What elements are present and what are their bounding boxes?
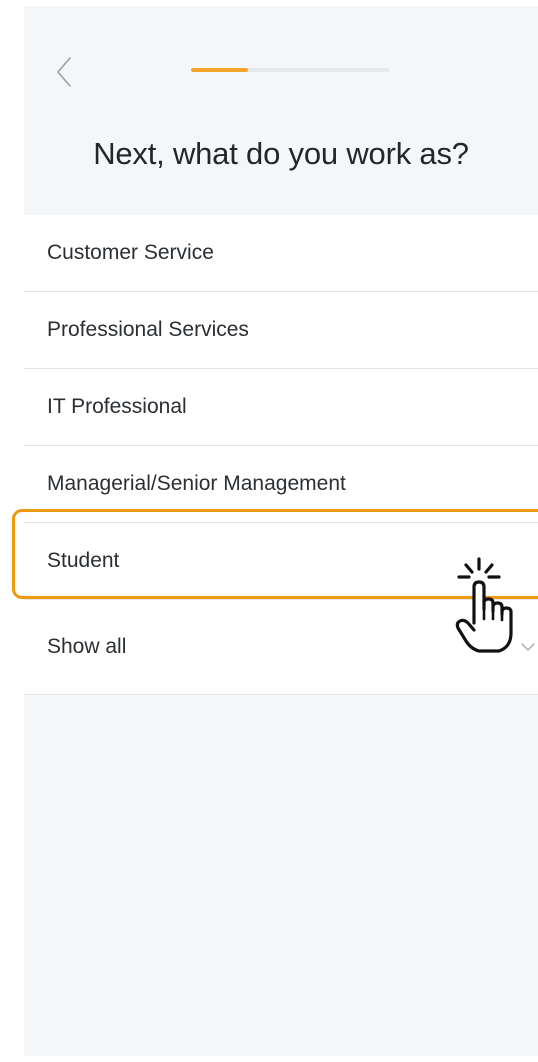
list-item-label: Professional Services bbox=[47, 318, 249, 341]
show-all-button[interactable]: Show all bbox=[24, 600, 538, 695]
list-item-professional-services[interactable]: Professional Services bbox=[24, 292, 538, 369]
progress-bar bbox=[191, 68, 389, 72]
occupation-list: Customer Service Professional Services I… bbox=[24, 215, 538, 695]
show-all-label: Show all bbox=[47, 635, 127, 658]
list-item-student[interactable]: Student bbox=[24, 523, 538, 600]
occupation-screen: Next, what do you work as? Customer Serv… bbox=[24, 6, 538, 1056]
progress-fill bbox=[191, 68, 249, 72]
list-item-label: Customer Service bbox=[47, 241, 214, 264]
chevron-left-icon bbox=[57, 57, 71, 87]
header: Next, what do you work as? bbox=[24, 6, 538, 215]
back-button[interactable] bbox=[50, 54, 80, 90]
list-item-managerial[interactable]: Managerial/Senior Management bbox=[24, 446, 538, 523]
list-item-label: Student bbox=[47, 549, 120, 572]
list-item-customer-service[interactable]: Customer Service bbox=[24, 215, 538, 292]
list-item-label: Managerial/Senior Management bbox=[47, 472, 346, 495]
page-title: Next, what do you work as? bbox=[93, 136, 469, 171]
chevron-down-icon bbox=[521, 643, 535, 651]
list-item-it-professional[interactable]: IT Professional bbox=[24, 369, 538, 446]
list-item-label: IT Professional bbox=[47, 395, 187, 418]
